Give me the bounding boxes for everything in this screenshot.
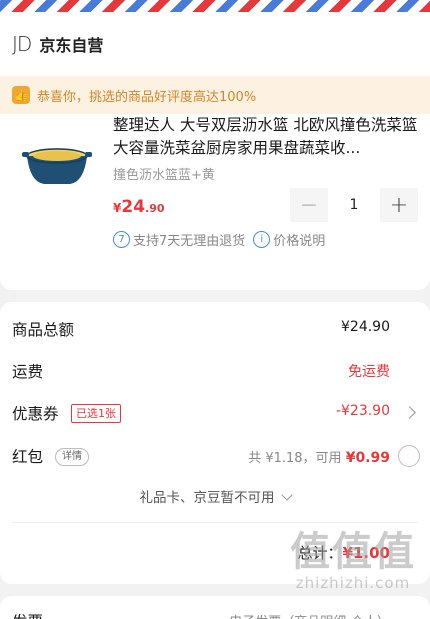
goods-total-value: ¥24.90 — [341, 319, 390, 335]
redpack-info: 共 ¥1.18，可用 ¥0.99 — [248, 450, 390, 466]
redpack-radio[interactable] — [398, 445, 420, 467]
product-spec[interactable]: 撞色沥水篮蓝+黄 — [113, 164, 215, 183]
product-price: ¥24.90 — [113, 197, 165, 217]
notice-text: 恭喜你，挑选的商品好评度高达100% — [37, 89, 257, 105]
price-explanation-link[interactable]: 价格说明 — [273, 230, 325, 249]
seven-day-return-text[interactable]: 支持7天无理由退货 — [133, 230, 245, 249]
praise-notice: 👍 恭喜你，挑选的商品好评度高达100% — [0, 76, 430, 114]
shipping-value: 免运费 — [348, 364, 390, 380]
coupon-value: -¥23.90 — [335, 403, 390, 419]
seven-day-return-icon: 7 — [113, 231, 130, 248]
chevron-right-icon — [403, 406, 416, 419]
redpack-row: 红包 详情 共 ¥1.18，可用 ¥0.99 — [0, 445, 430, 469]
decrease-button[interactable]: − — [290, 188, 328, 222]
airmail-border — [0, 0, 430, 12]
redpack-label: 红包 — [12, 448, 44, 466]
info-icon: i — [253, 231, 271, 248]
site-watermark: 值值值 zhizhizhi.com — [290, 529, 416, 592]
quantity-input[interactable]: 1 — [328, 188, 380, 222]
service-info: 7 支持7天无理由退货 i 价格说明 — [113, 230, 325, 249]
jd-logo: JD — [12, 32, 32, 56]
shipping-row: 运费 免运费 — [0, 360, 430, 384]
chevron-down-icon — [280, 489, 293, 501]
shipping-label: 运费 — [12, 363, 44, 381]
redpack-available: ¥0.99 — [345, 450, 390, 466]
coupon-row[interactable]: 优惠券 已选1张 -¥23.90 — [0, 402, 430, 426]
shop-name: 京东自营 — [39, 36, 104, 55]
gift-card-toggle[interactable]: 礼品卡、京豆暂不可用 — [0, 486, 430, 506]
product-image[interactable] — [22, 134, 92, 194]
increase-button[interactable]: + — [380, 188, 418, 222]
thumbs-up-icon: 👍 — [12, 86, 30, 104]
invoice-value: 电子发票（商品明细-个人） — [229, 611, 390, 619]
goods-total-label: 商品总额 — [12, 321, 75, 339]
divider — [12, 522, 418, 523]
shop-header[interactable]: JD 京东自营 — [0, 12, 430, 76]
redpack-detail-button[interactable]: 详情 — [55, 448, 89, 466]
gift-card-text: 礼品卡、京豆暂不可用 — [139, 490, 275, 506]
coupon-label: 优惠券 — [12, 405, 59, 423]
product-title[interactable]: 整理达人 大号双层沥水篮 北欧风撞色洗菜篮 大容量洗菜盆厨房家用果盘蔬菜收... — [113, 114, 418, 160]
coupon-selected-tag: 已选1张 — [71, 404, 121, 423]
quantity-stepper: − 1 + — [290, 188, 418, 222]
invoice-card[interactable]: 发票 电子发票（商品明细-个人） — [0, 596, 430, 619]
invoice-label: 发票 — [12, 610, 43, 619]
goods-total-row: 商品总额 ¥24.90 — [0, 318, 430, 342]
